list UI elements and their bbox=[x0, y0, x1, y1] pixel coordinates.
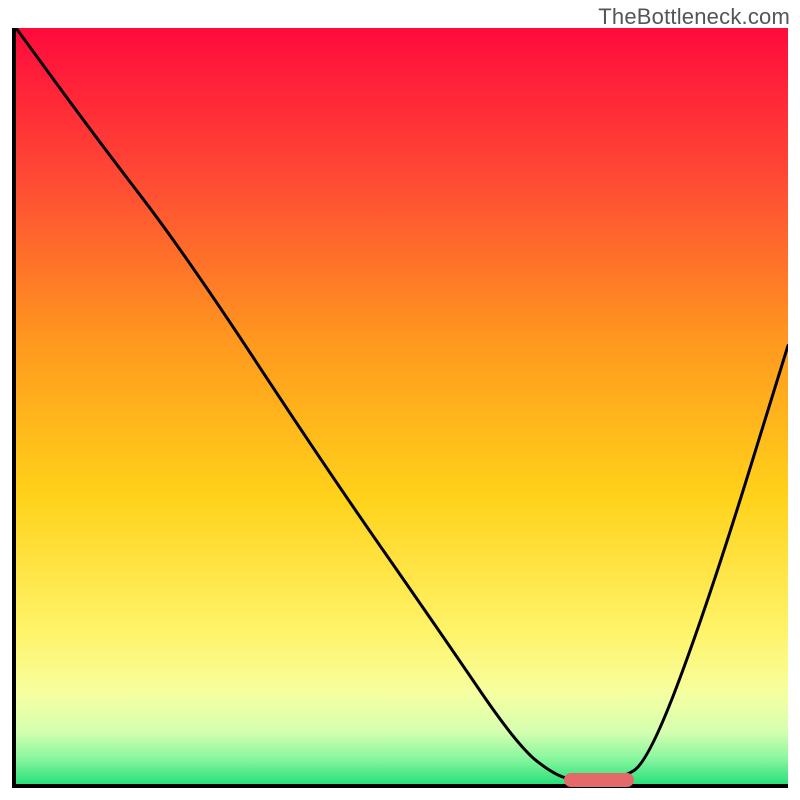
line-curve bbox=[16, 28, 788, 784]
plot-axes bbox=[12, 28, 788, 788]
watermark-text: TheBottleneck.com bbox=[598, 4, 790, 30]
optimal-range-marker bbox=[564, 773, 633, 787]
plot-area bbox=[16, 28, 788, 784]
chart-container: TheBottleneck.com bbox=[0, 0, 800, 800]
